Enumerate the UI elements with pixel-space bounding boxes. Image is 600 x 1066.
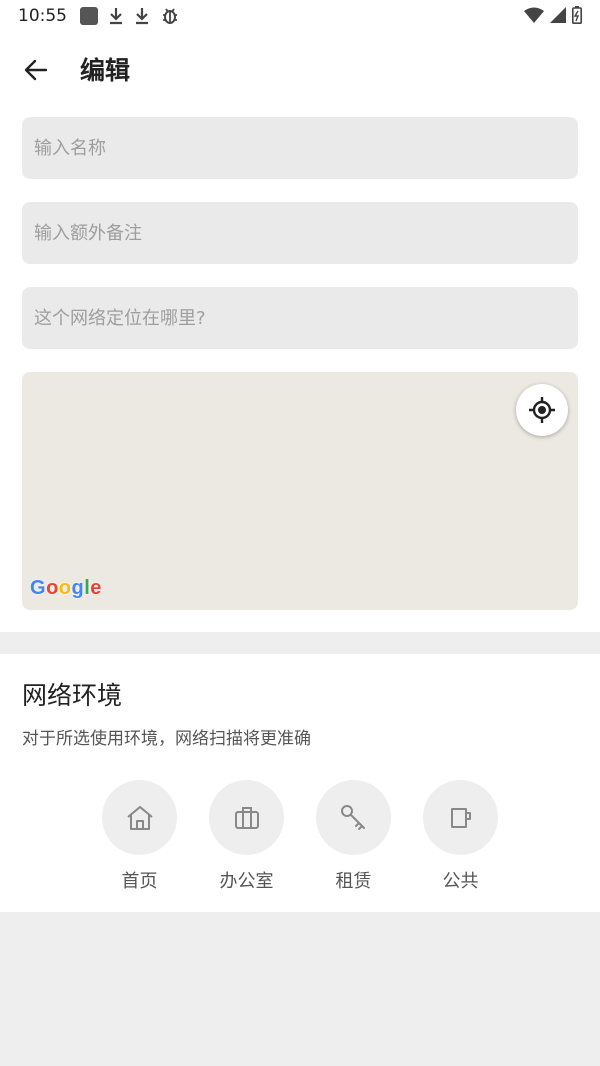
status-time: 10:55 — [18, 6, 67, 26]
section-description: 对于所选使用环境，网络扫描将更准确 — [22, 729, 311, 749]
status-bar: 10:55 — [0, 0, 600, 32]
map-logo-letter: G — [30, 577, 47, 599]
env-option-circle — [316, 780, 391, 855]
env-option-circle — [423, 780, 498, 855]
download-icon — [136, 8, 148, 25]
signal-icon — [550, 7, 566, 23]
env-option-circle — [209, 780, 284, 855]
env-option-circle — [102, 780, 177, 855]
env-option-label: 办公室 — [219, 871, 274, 892]
status-icons-right — [524, 6, 582, 24]
home-icon — [126, 805, 153, 830]
wifi-icon — [524, 7, 544, 23]
note-field — [22, 202, 578, 264]
env-options: 首页 办公室 租赁 公共 — [102, 780, 498, 893]
debug-bug-icon — [163, 8, 177, 24]
env-option-label: 首页 — [121, 871, 158, 892]
notification-square-icon — [80, 7, 98, 25]
coffee-cup-icon — [450, 807, 471, 828]
back-button[interactable] — [14, 48, 58, 92]
page-title: 编辑 — [80, 56, 131, 85]
map-logo-text: Google — [30, 577, 102, 599]
map-view[interactable]: Google — [22, 372, 578, 610]
env-option-home[interactable]: 首页 — [102, 780, 177, 893]
map-logo-letter: o — [46, 577, 59, 599]
briefcase-icon — [234, 806, 259, 829]
env-option-label: 租赁 — [335, 871, 372, 892]
map-logo-letter: e — [90, 577, 102, 599]
download-icon — [110, 8, 122, 25]
top-panel: 10:55 编辑 输入名称 输入额外备注 这个网络定位在哪里? Google — [0, 0, 600, 632]
map-logo-letter: o — [58, 577, 72, 599]
network-env-panel: 网络环境 对于所选使用环境，网络扫描将更准确 首页 办公室 租赁 公共 — [0, 654, 600, 912]
name-field — [22, 117, 578, 179]
location-field — [22, 287, 578, 349]
status-icons-left — [80, 6, 180, 26]
note-input[interactable] — [22, 202, 578, 264]
env-option-label: 公共 — [442, 871, 479, 892]
env-option-office[interactable]: 办公室 — [209, 780, 284, 893]
env-option-public[interactable]: 公共 — [423, 780, 498, 893]
map-logo-letter: g — [71, 577, 85, 599]
name-input[interactable] — [22, 117, 578, 179]
locate-button[interactable] — [516, 384, 568, 436]
env-option-rental[interactable]: 租赁 — [316, 780, 391, 893]
section-title: 网络环境 — [22, 681, 123, 710]
my-location-icon — [529, 397, 555, 423]
battery-icon — [572, 6, 582, 24]
map-logo: Google — [30, 577, 102, 600]
arrow-left-icon — [24, 59, 48, 81]
key-icon — [340, 804, 365, 830]
location-input[interactable] — [22, 287, 578, 349]
app-bar: 编辑 — [0, 40, 600, 96]
